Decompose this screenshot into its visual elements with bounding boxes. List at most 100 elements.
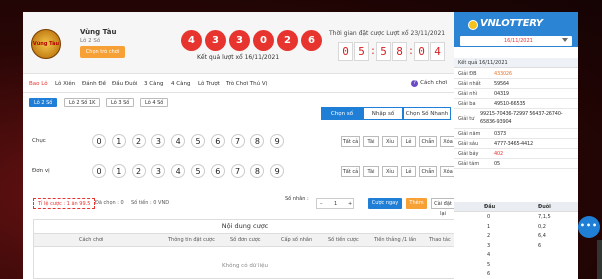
quick-select-button[interactable]: Chẵn [419, 166, 437, 177]
column-header: Số đơn cược [230, 237, 261, 243]
dau-cell: 0 [487, 214, 491, 220]
column-header: Thông tin đặt cược [168, 237, 215, 243]
prize-row: Giải sáu 4777-3465-4412 [454, 139, 578, 149]
number-ball[interactable]: 0 [92, 164, 106, 178]
tab-dau-duoi[interactable]: Đầu Đuôi [112, 81, 138, 87]
number-ball[interactable]: 4 [171, 164, 186, 178]
number-ball[interactable]: 2 [131, 134, 146, 148]
quick-select-button[interactable]: Tài [363, 136, 379, 147]
bet-now-button[interactable]: Cược ngay [368, 198, 402, 209]
column-header: Thao tác [429, 237, 451, 243]
result-ball: 4 [181, 30, 202, 51]
bet-bar: Tỉ lệ cược : 1 ăn 99.5 Đã chọn : 0 Số ti… [23, 196, 457, 217]
number-ball[interactable]: 7 [230, 164, 245, 178]
reset-button[interactable]: Cài đặt lại [431, 198, 455, 217]
prize-row: Giải năm 0373 [454, 129, 578, 139]
number-ball[interactable]: 0 [92, 134, 106, 148]
prize-value: 99215-70436-72997 56437-26740-65836-9390… [480, 111, 563, 125]
number-ball[interactable]: 8 [250, 134, 265, 148]
game-tabs: Bao Lô Lô Xiên Đánh Đề Đầu Đuôi 3 Càng 4… [23, 77, 457, 93]
mode-chon-so-nhanh[interactable]: Chọn Số Nhanh [403, 107, 451, 120]
subtab-lo-3-so[interactable]: Lô 3 Số [106, 98, 135, 107]
prize-value: 05 [494, 161, 500, 167]
tab-lo-xien[interactable]: Lô Xiên [55, 81, 75, 87]
tab-lo-truot[interactable]: Lô Trượt [198, 81, 220, 87]
number-ball[interactable]: 4 [171, 134, 186, 148]
mode-nhap-so[interactable]: Nhập số [363, 107, 403, 120]
quick-select-button[interactable]: Tất cả [341, 136, 360, 147]
help-label: Cách chơi [420, 80, 447, 86]
subtab-lo-4-so[interactable]: Lô 4 Số [140, 98, 169, 107]
number-ball[interactable]: 9 [270, 164, 285, 178]
prize-value: 433026 [494, 71, 512, 77]
chat-button[interactable]: ••• [578, 216, 600, 238]
prize-row: Giải nhì 04319 [454, 89, 578, 99]
minus-icon[interactable]: – [320, 199, 323, 209]
date-select[interactable]: 16/11/2021 [460, 36, 572, 46]
tab-danh-de[interactable]: Đánh Đề [82, 81, 106, 87]
subtab-lo-2-so-1k[interactable]: Lô 2 Số 1K [64, 98, 101, 107]
number-ball[interactable]: 6 [210, 134, 225, 148]
subtab-lo-2-so[interactable]: Lô 2 Số [29, 98, 58, 107]
number-ball[interactable]: 3 [151, 164, 166, 178]
tab-bao-lo[interactable]: Bao Lô [29, 81, 48, 87]
quick-select-button[interactable]: Tài [363, 166, 379, 177]
result-label: Kết quả lượt xổ 16/11/2021 [197, 54, 280, 61]
prize-row: Giải nhất 59564 [454, 79, 578, 89]
row-label-chuc: Chục [32, 138, 46, 144]
quick-select-button[interactable]: Xỉu [382, 166, 398, 177]
tab-tro-choi-thu-vi[interactable]: Trò Chơi Thú Vị [226, 81, 267, 87]
number-ball[interactable]: 8 [250, 164, 265, 178]
plus-icon[interactable]: + [348, 199, 352, 209]
help-link[interactable]: ? Cách chơi [411, 80, 447, 87]
quick-select-button[interactable]: Xỉu [382, 136, 398, 147]
number-ball[interactable]: 3 [151, 134, 166, 148]
prize-value: 59564 [494, 81, 509, 87]
quick-select-button[interactable]: Tất cả [341, 166, 360, 177]
results-sidebar: VNLOTTERY 16/11/2021 Kết quả 16/11/2021 … [454, 12, 578, 279]
date-value: 16/11/2021 [504, 38, 533, 44]
tab-4-cang[interactable]: 4 Càng [171, 81, 190, 87]
choose-game-button[interactable]: Chọn trò chơi [80, 46, 125, 58]
prize-label: Giải tư [458, 116, 475, 122]
result-ball: 2 [277, 30, 298, 51]
number-ball[interactable]: 1 [111, 134, 126, 148]
prize-label: Giải ba [458, 101, 476, 107]
column-header: Tiền thắng /1 lần [374, 237, 417, 243]
tab-3-cang[interactable]: 3 Càng [144, 81, 163, 87]
prize-value: 49510-66535 [494, 101, 526, 107]
multiplier-stepper[interactable]: – 1 + [316, 198, 354, 209]
number-ball[interactable]: 9 [270, 134, 285, 148]
add-number-button[interactable]: Thêm số [406, 198, 427, 217]
number-ball[interactable]: 5 [191, 164, 205, 178]
quick-select-button[interactable]: Lẻ [401, 166, 416, 177]
column-header: Đầu [484, 204, 496, 210]
prize-value: 04319 [494, 91, 509, 97]
prize-label: Giải bảy [458, 151, 479, 157]
prize-label: Giải tám [458, 161, 480, 167]
result-ball: 3 [205, 30, 226, 51]
main-panel: Vũng Tàu Vùng Tàu Lô 2 Số Chọn trò chơi … [23, 12, 457, 279]
prize-label: Giải ĐB [458, 71, 477, 77]
mode-chon-so[interactable]: Chọn số [321, 107, 363, 120]
prize-row: Giải ba 49510-66535 [454, 99, 578, 109]
chevron-down-icon [562, 38, 568, 42]
number-ball[interactable]: 6 [210, 164, 225, 178]
prize-row: Giải ĐB 433026 [454, 69, 578, 79]
number-ball[interactable]: 5 [191, 134, 205, 148]
selected-count: Đã chọn : 0 [95, 200, 124, 206]
quick-select-button[interactable]: Chẵn [419, 136, 437, 147]
game-type: Lô 2 Số [80, 38, 101, 44]
number-ball[interactable]: 2 [131, 164, 146, 178]
multiplier-value[interactable]: 1 [334, 199, 337, 209]
dau-cell: 3 [487, 242, 491, 249]
prize-label: Giải sáu [458, 141, 479, 147]
dau-cell: 1 [487, 223, 491, 230]
edge-scrollbar[interactable] [597, 240, 602, 279]
orders-header: Cách chơi Thông tin đặt cược Số đơn cược… [34, 233, 456, 247]
number-ball[interactable]: 1 [111, 164, 126, 178]
timer-digit: 8 [392, 42, 407, 61]
brand-name: VNLOTTERY [480, 18, 543, 29]
quick-select-button[interactable]: Lẻ [401, 136, 416, 147]
number-ball[interactable]: 7 [230, 134, 245, 148]
